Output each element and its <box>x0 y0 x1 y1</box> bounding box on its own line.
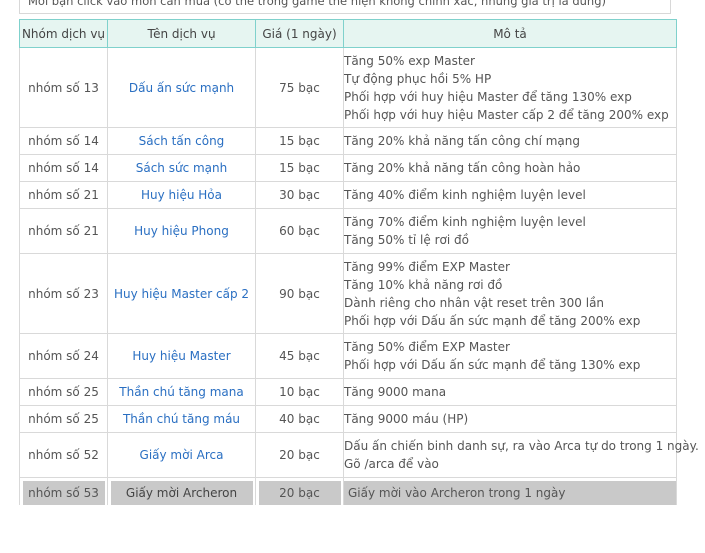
table-row[interactable]: nhóm số 21 Huy hiệu Hỏa 30 bạc Tăng 40% điể… <box>19 181 677 209</box>
table-row[interactable]: nhóm số 25 Thần chú tăng máu 40 bạc Tăng 90… <box>19 405 677 433</box>
service-link[interactable]: Huy hiệu Master <box>132 349 230 363</box>
table-row[interactable]: nhóm số 53 Giấy mời Archeron 20 bạc Giấy mờ… <box>19 477 677 505</box>
cell-service-name: Giấy mời Arca <box>107 432 256 478</box>
cell-description: Tăng 50% điểm EXP Master Phối hợp với Dấu… <box>343 333 677 379</box>
service-link[interactable]: Sách sức mạnh <box>136 161 228 175</box>
service-link[interactable]: Giấy mời Archeron <box>126 486 237 500</box>
cell-description: Tăng 9000 mana <box>343 378 677 406</box>
cell-group: nhóm số 52 <box>19 432 108 478</box>
cell-service-name: Huy hiệu Master cấp 2 <box>107 253 256 334</box>
cell-group: nhóm số 25 <box>19 405 108 433</box>
cell-group: nhóm số 21 <box>19 181 108 209</box>
cell-description: Tăng 20% khả năng tấn công hoàn hảo <box>343 154 677 182</box>
description-line: Phối hợp với huy hiệu Master cấp 2 để tă… <box>344 107 669 122</box>
cell-service-name: Sách tấn công <box>107 127 256 155</box>
description-line: Tăng 20% khả năng tấn công chí mạng <box>344 134 580 148</box>
cell-group: nhóm số 14 <box>19 127 108 155</box>
description-line: Phối hợp với Dấu ấn sức mạnh để tăng 130… <box>344 358 641 372</box>
cell-price: 30 bạc <box>255 181 344 209</box>
cell-description: Tăng 20% khả năng tấn công chí mạng <box>343 127 677 155</box>
cell-description: Tăng 70% điểm kinh nghiệm luyện level Tăn… <box>343 208 677 254</box>
cell-price: 15 bạc <box>255 154 344 182</box>
service-link[interactable]: Giấy mời Arca <box>140 448 224 462</box>
description-line: Tăng 20% khả năng tấn công hoàn hảo <box>344 161 581 175</box>
cell-service-name: Huy hiệu Master <box>107 333 256 379</box>
cell-group: nhóm số 21 <box>19 208 108 254</box>
description-line: Dấu ấn chiến binh danh sự, ra vào Arca t… <box>344 439 699 453</box>
table-row[interactable]: nhóm số 13 Dấu ấn sức mạnh 75 bạc Tăng 50% … <box>19 47 677 128</box>
description-line: Dành riêng cho nhân vật reset trên 300 l… <box>344 295 605 310</box>
table-row[interactable]: nhóm số 23 Huy hiệu Master cấp 2 90 bạc Tăn… <box>19 253 677 334</box>
description-line: Tự động phục hồi 5% HP <box>344 71 492 86</box>
description-line: Tăng 50% exp Master <box>344 53 475 68</box>
cell-price: 40 bạc <box>255 405 344 433</box>
service-table: Nhóm dịch vụ Tên dịch vụ Giá (1 ngày) Mô… <box>19 19 699 505</box>
header-service-name: Tên dịch vụ <box>107 19 256 48</box>
service-link[interactable]: Huy hiệu Phong <box>134 224 229 238</box>
cell-group: nhóm số 14 <box>19 154 108 182</box>
description-line: Tăng 70% điểm kinh nghiệm luyện level <box>344 215 586 229</box>
cell-description: Tăng 9000 máu (HP) <box>343 405 677 433</box>
cell-group: nhóm số 53 <box>19 477 108 505</box>
description-line: Tăng 9000 mana <box>344 385 447 399</box>
description-line: Tăng 9000 máu (HP) <box>344 412 469 426</box>
cell-price: 20 bạc <box>255 432 344 478</box>
cell-group: nhóm số 13 <box>19 47 108 128</box>
cell-service-name: Sách sức mạnh <box>107 154 256 182</box>
cell-price: 10 bạc <box>255 378 344 406</box>
cell-description: Tăng 99% điểm EXP Master Tăng 10% khả năn… <box>343 253 677 334</box>
table-header-row: Nhóm dịch vụ Tên dịch vụ Giá (1 ngày) Mô… <box>19 19 677 48</box>
cell-description: Dấu ấn chiến binh danh sự, ra vào Arca t… <box>343 432 699 478</box>
cell-price: 45 bạc <box>255 333 344 379</box>
cell-group: nhóm số 24 <box>19 333 108 379</box>
header-group: Nhóm dịch vụ <box>19 19 108 48</box>
service-link[interactable]: Thần chú tăng máu <box>123 412 240 426</box>
description-line: Gõ /arca để vào <box>344 457 439 471</box>
description-line: Tăng 50% tỉ lệ rơi đồ <box>344 233 469 247</box>
service-link[interactable]: Sách tấn công <box>139 134 225 148</box>
cell-service-name: Huy hiệu Hỏa <box>107 181 256 209</box>
cell-service-name: Thần chú tăng máu <box>107 405 256 433</box>
header-description: Mô tả <box>343 19 677 48</box>
table-row[interactable]: nhóm số 52 Giấy mời Arca 20 bạc Dấu ấn chiế… <box>19 432 699 478</box>
cell-description: Tăng 50% exp Master Tự động phục hồi 5% H… <box>343 47 677 128</box>
header-price: Giá (1 ngày) <box>255 19 344 48</box>
table-row[interactable]: nhóm số 21 Huy hiệu Phong 60 bạc Tăng 70% đ… <box>19 208 677 254</box>
cell-group: nhóm số 23 <box>19 253 108 334</box>
cell-price: 90 bạc <box>255 253 344 334</box>
cell-group: nhóm số 25 <box>19 378 108 406</box>
table-row[interactable]: nhóm số 14 Sách sức mạnh 15 bạc Tăng 20% kh… <box>19 154 677 182</box>
cell-service-name: Thần chú tăng mana <box>107 378 256 406</box>
table-row[interactable]: nhóm số 24 Huy hiệu Master 45 bạc Tăng 50% … <box>19 333 677 379</box>
service-link[interactable]: Huy hiệu Master cấp 2 <box>114 287 249 301</box>
cell-service-name: Giấy mời Archeron <box>107 477 256 505</box>
cell-service-name: Huy hiệu Phong <box>107 208 256 254</box>
service-link[interactable]: Dấu ấn sức mạnh <box>129 81 234 95</box>
cell-price: 15 bạc <box>255 127 344 155</box>
service-link[interactable]: Thần chú tăng mana <box>119 385 243 399</box>
description-line: Tăng 10% khả năng rơi đồ <box>344 277 503 292</box>
table-row[interactable]: nhóm số 14 Sách tấn công 15 bạc Tăng 20% kh… <box>19 127 677 155</box>
description-line: Phối hợp với huy hiệu Master để tăng 130… <box>344 89 632 104</box>
service-link[interactable]: Huy hiệu Hỏa <box>141 188 222 202</box>
cell-price: 60 bạc <box>255 208 344 254</box>
cell-service-name: Dấu ấn sức mạnh <box>107 47 256 128</box>
purchase-notice: Mời bạn click vào món cần mua (có thể tr… <box>19 0 671 14</box>
cell-description: Giấy mời vào Archeron trong 1 ngày <box>343 477 677 505</box>
table-row[interactable]: nhóm số 25 Thần chú tăng mana 10 bạc Tăng 9… <box>19 378 677 406</box>
cell-price: 20 bạc <box>255 477 344 505</box>
description-line: Tăng 50% điểm EXP Master <box>344 340 510 354</box>
description-line: Tăng 40% điểm kinh nghiệm luyện level <box>344 188 586 202</box>
description-line: Tăng 99% điểm EXP Master <box>344 259 510 274</box>
cell-price: 75 bạc <box>255 47 344 128</box>
cell-description: Tăng 40% điểm kinh nghiệm luyện level <box>343 181 677 209</box>
description-line: Phối hợp với Dấu ấn sức mạnh để tăng 200… <box>344 313 641 328</box>
description-line: Giấy mời vào Archeron trong 1 ngày <box>348 485 566 500</box>
